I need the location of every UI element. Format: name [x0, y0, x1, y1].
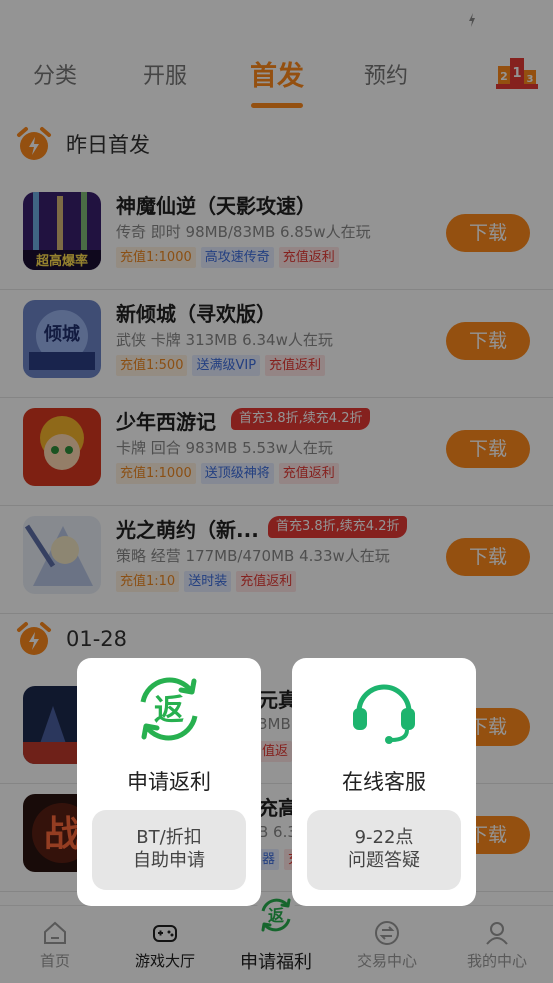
popup-subtitle-line: 9-22点: [354, 827, 414, 848]
popup-title: 在线客服: [342, 770, 426, 794]
headset-icon: [353, 684, 415, 744]
popup-subtitle-line: 问题答疑: [348, 850, 420, 871]
popup-subtitle-box[interactable]: BT/折扣 自助申请: [92, 810, 246, 890]
apply-rebate-card[interactable]: 返 申请返利 BT/折扣 自助申请: [77, 658, 261, 906]
popup-subtitle-line: BT/折扣: [136, 827, 202, 848]
popup-subtitle-box[interactable]: 9-22点 问题答疑: [307, 810, 461, 890]
online-service-card[interactable]: 在线客服 9-22点 问题答疑: [292, 658, 476, 906]
rebate-icon-glyph: 返: [154, 693, 184, 728]
rebate-icon: 返: [140, 677, 198, 741]
popup-title: 申请返利: [127, 770, 211, 794]
popup-subtitle-line: 自助申请: [133, 850, 205, 871]
